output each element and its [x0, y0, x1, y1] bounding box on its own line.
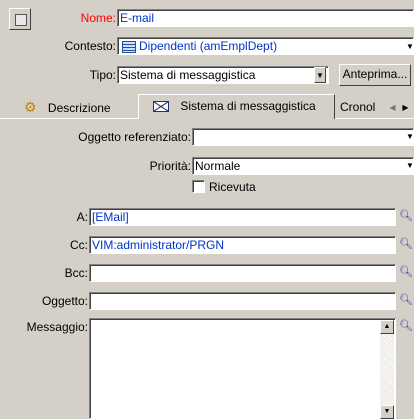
ricevuta-label: Ricevuta [209, 180, 256, 194]
contesto-value: Dipendenti (amEmplDept) [139, 39, 278, 53]
preview-button-label: Anteprima... [342, 67, 408, 81]
messaggio-textarea[interactable] [89, 318, 396, 419]
envelope-icon [153, 101, 169, 113]
tab-descrizione[interactable]: ⚙ Descrizione [24, 96, 111, 118]
cc-field[interactable]: VIM:administrator/PRGN [89, 236, 396, 254]
cc-zoom-icon[interactable]: 🔍︎ [398, 236, 414, 254]
messaggio-label: Messaggio: [26, 320, 88, 334]
preview-button[interactable]: Anteprima... [339, 64, 411, 86]
oggetto-field[interactable] [89, 292, 396, 310]
tipo-select[interactable]: Sistema di messaggistica [117, 66, 329, 84]
priorita-label: Priorità: [149, 159, 191, 173]
nome-field[interactable]: E-mail [117, 9, 414, 27]
tab-scroll-left-icon[interactable]: ◀ [386, 101, 399, 115]
oggetto-ref-select[interactable] [192, 128, 414, 146]
bcc-field[interactable] [89, 264, 396, 282]
chevron-down-icon[interactable]: ▼ [406, 42, 414, 51]
oggetto-ref-label: Oggetto referenziato: [78, 130, 191, 144]
tab-scroll-right-icon[interactable]: ▶ [399, 101, 412, 115]
gears-icon: ⚙ [24, 99, 37, 115]
a-field[interactable]: [EMail] [89, 208, 396, 226]
ricevuta-checkbox[interactable] [192, 180, 205, 193]
priorita-chevron-down-icon[interactable]: ▼ [406, 161, 414, 170]
oggetto-ref-chevron-down-icon[interactable]: ▼ [406, 132, 414, 141]
tipo-label: Tipo: [89, 68, 116, 82]
a-label: A: [76, 210, 88, 224]
tab-cronol[interactable]: Cronol [340, 96, 375, 118]
contesto-label: Contesto: [64, 39, 116, 53]
contesto-field[interactable]: Dipendenti (amEmplDept) [117, 37, 414, 55]
table-icon [122, 40, 136, 53]
tipo-chevron-down-icon[interactable]: ▼ [314, 67, 326, 83]
oggetto-label: Oggetto: [41, 294, 88, 308]
nome-label: Nome: [80, 11, 116, 25]
messaggio-scrollbar[interactable]: ▲ ▼ [380, 320, 394, 419]
scroll-up-icon[interactable]: ▲ [380, 320, 394, 334]
bcc-zoom-icon[interactable]: 🔍︎ [398, 264, 414, 282]
bcc-label: Bcc: [64, 266, 88, 280]
record-toggle-button[interactable] [9, 8, 31, 30]
scroll-down-icon[interactable]: ▼ [380, 405, 394, 419]
tab-sistema-messaggistica[interactable]: Sistema di messaggistica [138, 94, 335, 119]
tab-descrizione-label: Descrizione [47, 101, 111, 115]
tab-sistema-messaggistica-label: Sistema di messaggistica [180, 99, 316, 113]
oggetto-zoom-icon[interactable]: 🔍︎ [398, 292, 414, 310]
a-zoom-icon[interactable]: 🔍︎ [398, 208, 414, 226]
cc-label: Cc: [70, 238, 88, 252]
tab-cronol-label: Cronol [340, 100, 376, 114]
square-icon [15, 14, 27, 26]
messaggio-zoom-icon[interactable]: 🔍︎ [398, 318, 414, 336]
priorita-select[interactable]: Normale [192, 157, 414, 175]
